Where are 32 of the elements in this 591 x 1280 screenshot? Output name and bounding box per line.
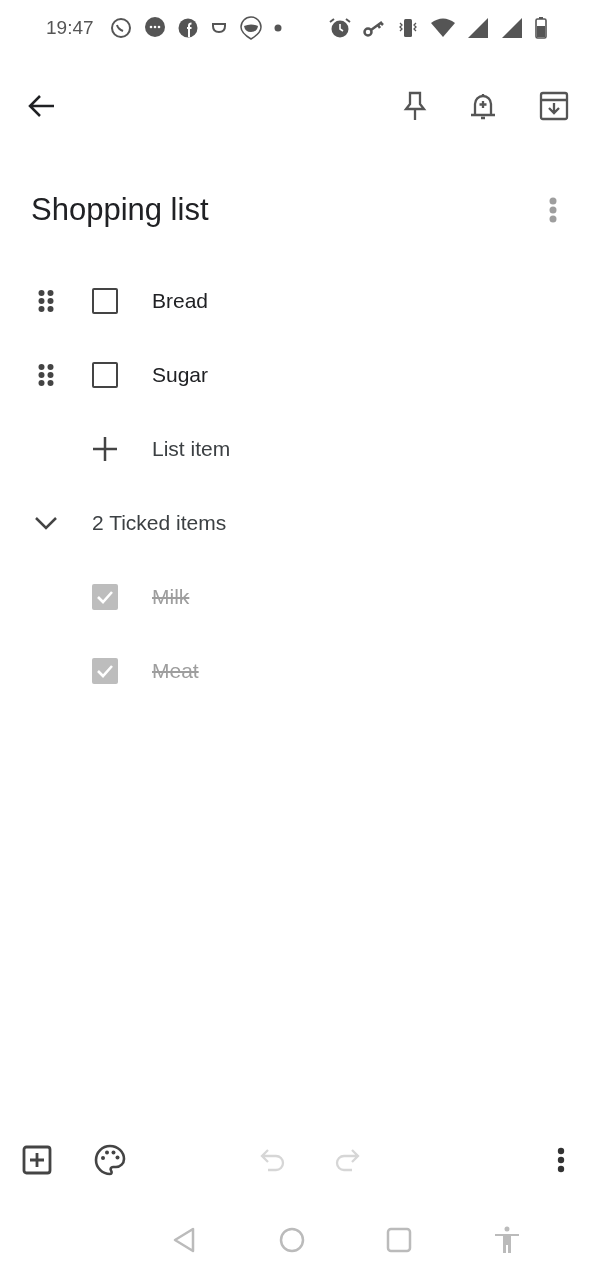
add-icon[interactable] xyxy=(93,437,117,461)
vibrate-icon xyxy=(397,17,419,39)
drag-handle-icon[interactable] xyxy=(38,289,54,313)
list-item-text[interactable]: Sugar xyxy=(152,363,209,387)
chat-icon xyxy=(109,17,132,39)
list-item-text[interactable]: Bread xyxy=(152,289,209,313)
cup-icon xyxy=(209,21,228,35)
palette-button[interactable] xyxy=(94,1144,126,1176)
back-button[interactable] xyxy=(28,94,56,118)
battery-icon xyxy=(535,17,547,39)
archive-button[interactable] xyxy=(539,91,569,121)
alarm-icon xyxy=(329,17,351,39)
chevron-icon[interactable] xyxy=(34,515,58,531)
note-title[interactable]: Shopping list xyxy=(31,192,549,228)
drag-handle-icon[interactable] xyxy=(38,363,54,387)
more-options-button[interactable] xyxy=(557,1147,565,1173)
key-icon xyxy=(363,18,385,38)
checkbox[interactable] xyxy=(92,658,118,684)
signal-icon xyxy=(501,17,523,39)
signal-icon xyxy=(467,17,489,39)
add-box-button[interactable] xyxy=(22,1145,52,1175)
wifi-icon xyxy=(431,18,455,38)
pin-button[interactable] xyxy=(403,90,427,122)
checkbox[interactable] xyxy=(92,362,118,388)
add-list-item-button[interactable]: List item xyxy=(152,437,231,461)
checkbox[interactable] xyxy=(92,584,118,610)
social-icon xyxy=(177,18,198,38)
dot-icon xyxy=(273,24,282,32)
status-time: 19:47 xyxy=(46,17,94,39)
checkbox[interactable] xyxy=(92,288,118,314)
ticked-items-toggle[interactable]: 2 Ticked items xyxy=(92,511,227,535)
message-icon xyxy=(143,17,166,39)
